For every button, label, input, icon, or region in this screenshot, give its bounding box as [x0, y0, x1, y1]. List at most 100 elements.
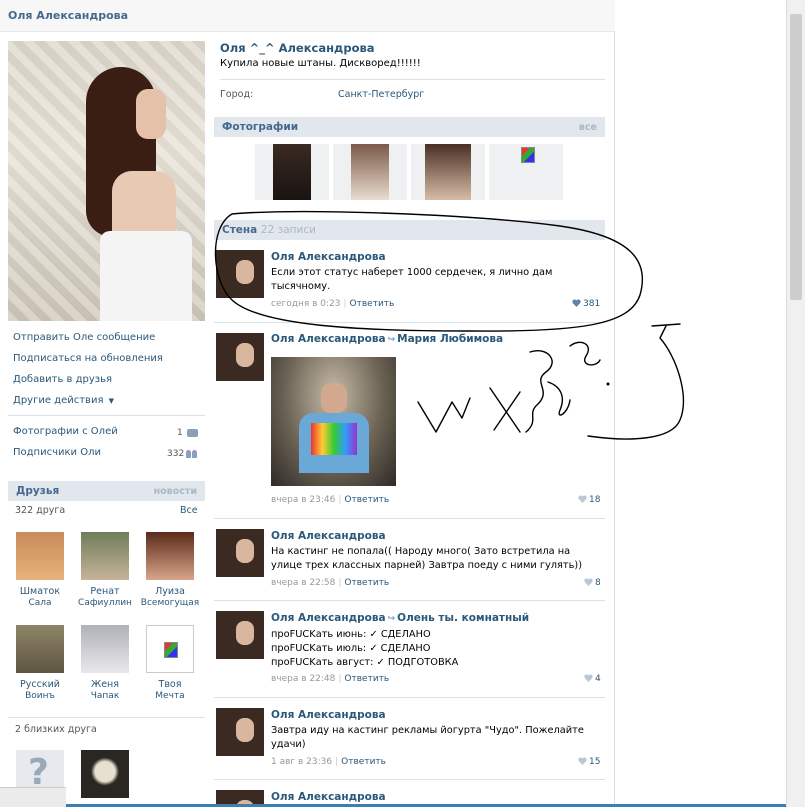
- post-author-link[interactable]: Оля Александрова: [271, 251, 386, 263]
- subscribers-link[interactable]: Подписчики Оли: [13, 447, 101, 458]
- photo-thumbnail[interactable]: [255, 144, 329, 200]
- sidebar-divider: [8, 415, 205, 416]
- heart-icon: [572, 299, 581, 307]
- subscribe-link[interactable]: Подписаться на обновления: [13, 353, 163, 364]
- wall-count: 22 записи: [260, 224, 316, 236]
- subscribers-count: 332: [167, 449, 185, 459]
- post-author-link[interactable]: Оля Александрова: [271, 709, 386, 721]
- friend-last-name[interactable]: Мечта: [140, 691, 200, 702]
- post-time[interactable]: вчера в 22:48: [271, 674, 335, 684]
- friend-photo[interactable]: [16, 532, 64, 580]
- repost-source-link[interactable]: Олень ты. комнатный: [397, 612, 529, 624]
- friend-last-name[interactable]: Сафиуллин: [75, 598, 135, 609]
- heart-icon: [584, 674, 593, 682]
- wall-title[interactable]: Стена 22 записи: [222, 224, 316, 236]
- reply-link[interactable]: Ответить: [344, 674, 389, 684]
- friends-header: Друзья новости: [8, 481, 205, 501]
- friends-all-link[interactable]: Все: [180, 505, 198, 516]
- friend-last-name[interactable]: Всемогущая: [140, 598, 200, 609]
- post-divider: [214, 518, 605, 519]
- like-button[interactable]: 15: [578, 757, 600, 767]
- post-time[interactable]: вчера в 23:46: [271, 495, 335, 505]
- post-author-link[interactable]: Оля Александрова: [271, 333, 386, 345]
- repost-source-link[interactable]: Мария Любимова: [397, 333, 503, 345]
- heart-icon: [578, 757, 587, 765]
- reply-link[interactable]: Ответить: [341, 757, 386, 767]
- scrollbar[interactable]: [786, 0, 805, 807]
- friend-first-name[interactable]: Русский: [10, 679, 70, 691]
- city-value-link[interactable]: Санкт-Петербург: [338, 89, 424, 100]
- post-author-link[interactable]: Оля Александрова: [271, 791, 386, 803]
- friend-first-name[interactable]: Женя: [75, 679, 135, 691]
- post-text: Если этот статус наберет 1000 сердечек, …: [271, 267, 553, 292]
- reply-link[interactable]: Ответить: [344, 495, 389, 505]
- photo-thumbnail[interactable]: [333, 144, 407, 200]
- photo-thumbnail[interactable]: [489, 144, 563, 200]
- friend-card[interactable]: Русский Воинъ: [10, 625, 70, 702]
- friend-photo[interactable]: [146, 532, 194, 580]
- other-actions-label: Другие действия: [13, 395, 104, 406]
- friend-photo-placeholder[interactable]: [146, 625, 194, 673]
- friend-card[interactable]: Луиза Всемогущая: [140, 532, 200, 609]
- friend-first-name[interactable]: Шматок: [10, 586, 70, 598]
- like-count: 18: [589, 495, 601, 505]
- friend-last-name[interactable]: Сала: [10, 598, 70, 609]
- broken-image-icon: [164, 642, 178, 658]
- photos-with-link[interactable]: Фотографии с Олей: [13, 426, 118, 437]
- profile-status[interactable]: Купила новые штаны. Дискворед!!!!!!: [220, 58, 421, 69]
- post-divider: [214, 779, 605, 780]
- post-time[interactable]: сегодня в 0:23: [271, 299, 340, 309]
- reply-link[interactable]: Ответить: [350, 299, 395, 309]
- friend-card[interactable]: Твоя Мечта: [140, 625, 200, 702]
- camera-icon: [187, 429, 198, 437]
- post-avatar[interactable]: [216, 708, 264, 756]
- friends-news-link[interactable]: новости: [154, 486, 197, 497]
- post-time[interactable]: вчера в 22:58: [271, 578, 335, 588]
- post-meta: вчера в 23:46 | Ответить: [271, 495, 390, 505]
- send-message-link[interactable]: Отправить Оле сообщение: [13, 332, 155, 343]
- dropdown-arrow-icon: ▼: [108, 397, 115, 405]
- friend-photo[interactable]: [16, 625, 64, 673]
- heart-icon: [578, 495, 587, 503]
- friend-photo[interactable]: [81, 532, 129, 580]
- close-friends-count: 2 близких друга: [15, 724, 97, 735]
- page-titlebar: Оля Александрова: [0, 0, 615, 32]
- post-avatar[interactable]: [216, 611, 264, 659]
- friend-last-name[interactable]: Чапак: [75, 691, 135, 702]
- post-time[interactable]: 1 авг в 23:36: [271, 757, 332, 767]
- friend-card[interactable]: Ренат Сафиуллин: [75, 532, 135, 609]
- like-button[interactable]: 4: [584, 674, 601, 684]
- post-author-link[interactable]: Оля Александрова: [271, 530, 386, 542]
- scrollbar-thumb[interactable]: [790, 14, 802, 300]
- like-count: 4: [595, 674, 601, 684]
- close-friend-photo[interactable]: [81, 750, 129, 798]
- photos-all-link[interactable]: все: [579, 122, 597, 133]
- header-divider: [220, 79, 605, 80]
- profile-avatar[interactable]: [8, 41, 205, 321]
- reply-link[interactable]: Ответить: [344, 578, 389, 588]
- repost-icon: ↪: [387, 335, 396, 345]
- friend-card[interactable]: Шматок Сала: [10, 532, 70, 609]
- post-avatar[interactable]: [216, 333, 264, 381]
- like-button[interactable]: 8: [584, 578, 601, 588]
- post-photo[interactable]: [271, 357, 396, 486]
- like-button[interactable]: 381: [572, 299, 600, 309]
- post-divider: [214, 600, 605, 601]
- add-friend-link[interactable]: Добавить в друзья: [13, 374, 112, 385]
- friend-first-name[interactable]: Луиза: [140, 586, 200, 598]
- friend-first-name[interactable]: Твоя: [140, 679, 200, 691]
- photo-thumbnail[interactable]: [411, 144, 485, 200]
- like-button[interactable]: 18: [578, 495, 600, 505]
- other-actions-link[interactable]: Другие действия ▼: [13, 395, 114, 406]
- post-author-link[interactable]: Оля Александрова: [271, 612, 386, 624]
- post-avatar[interactable]: [216, 529, 264, 577]
- friend-card[interactable]: Женя Чапак: [75, 625, 135, 702]
- post-avatar[interactable]: [216, 250, 264, 298]
- photos-with-count: 1: [177, 428, 183, 438]
- friend-photo[interactable]: [81, 625, 129, 673]
- friend-first-name[interactable]: Ренат: [75, 586, 135, 598]
- friend-last-name[interactable]: Воинъ: [10, 691, 70, 702]
- photos-title[interactable]: Фотографии: [222, 121, 298, 133]
- friends-title[interactable]: Друзья: [16, 485, 59, 497]
- like-count: 8: [595, 578, 601, 588]
